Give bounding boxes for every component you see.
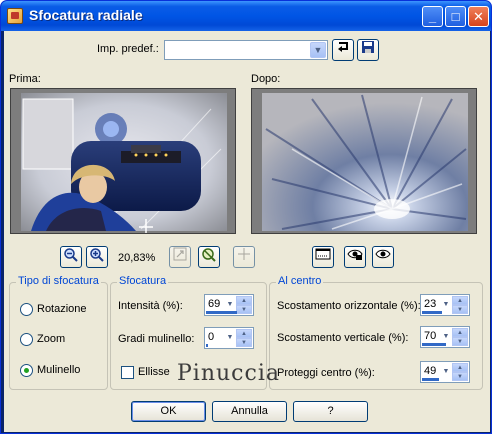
twirl-label: Gradi mulinello: [118,333,195,345]
twirl-slider-fill [206,344,208,347]
radio-mulinello[interactable] [20,364,33,377]
spin-down-icon[interactable]: ▼ [236,305,252,314]
close-button[interactable]: ✕ [468,6,489,27]
ellipse-checkbox[interactable] [121,366,134,379]
protect-center-slider-fill [422,378,439,381]
spin-down-icon[interactable]: ▼ [452,305,468,314]
horizontal-offset-spinner[interactable]: 23 ▼ ▲ ▼ [420,294,470,316]
center-group: Al centro Scostamento orizzontale (%): 2… [269,275,483,390]
fit-window-icon [173,247,187,261]
radio-rotazione-label[interactable]: Rotazione [37,303,87,315]
blur-group-title: Sfocatura [117,275,169,287]
spin-down-icon[interactable]: ▼ [236,338,252,347]
actual-size-button[interactable] [198,246,220,268]
spin-up-icon[interactable]: ▲ [452,363,468,372]
presets-label: Imp. predef.: [97,43,159,55]
vertical-offset-label: Scostamento verticale (%): [277,332,409,344]
eye-lock-icon [347,249,363,260]
spin-up-icon[interactable]: ▲ [236,329,252,338]
save-preset-button[interactable] [357,39,379,61]
floppy-icon [362,41,374,53]
radio-rotazione[interactable] [20,303,33,316]
intensity-slider-fill [206,311,237,314]
reset-preset-button[interactable] [332,39,354,61]
zoom-out-button[interactable] [60,246,82,268]
window-title: Sfocatura radiale [29,7,143,23]
intensity-label: Intensità (%): [118,300,183,312]
radio-zoom-label[interactable]: Zoom [37,333,65,345]
dropdown-arrow-icon[interactable]: ▼ [441,296,451,314]
after-image [252,89,476,233]
proof-button[interactable] [372,246,394,268]
after-preview [251,88,477,234]
dropdown-arrow-icon[interactable]: ▼ [441,363,451,381]
zoom-level: 20,83% [118,252,156,264]
preview-window-icon [315,248,331,260]
eye-icon [375,249,391,259]
proof-toggle-button[interactable] [312,246,334,268]
dialog-window: Sfocatura radiale _ □ ✕ Imp. predef.: ▼ … [0,0,492,434]
minimize-button[interactable]: _ [422,6,443,27]
presets-combo[interactable]: ▼ [164,40,328,60]
app-icon [7,8,23,24]
horizontal-offset-label: Scostamento orizzontale (%): [277,300,421,312]
radio-zoom[interactable] [20,333,33,346]
move-icon [238,248,250,260]
auto-proof-button[interactable] [344,246,366,268]
ok-button[interactable]: OK [131,401,206,422]
magnifier-reset-icon [202,248,216,262]
protect-center-label: Proteggi centro (%): [277,367,375,379]
blur-type-group: Tipo di sfocatura Rotazione Zoom Mulinel… [9,275,108,390]
fit-window-button[interactable] [169,246,191,268]
cancel-button[interactable]: Annulla [212,401,287,422]
vertical-offset-slider-fill [422,343,446,346]
spin-up-icon[interactable]: ▲ [452,328,468,337]
radio-mulinello-label[interactable]: Mulinello [37,364,80,376]
maximize-button[interactable]: □ [445,6,466,27]
ellipse-label[interactable]: Ellisse [138,366,170,378]
chevron-down-icon[interactable]: ▼ [310,42,326,58]
before-label: Prima: [9,73,41,85]
zoom-out-icon [64,248,78,262]
title-bar[interactable]: Sfocatura radiale _ □ ✕ [1,1,491,31]
horizontal-offset-slider-fill [422,311,442,314]
spin-down-icon[interactable]: ▼ [452,337,468,346]
reset-arrow-icon [338,42,348,52]
blur-type-title: Tipo di sfocatura [16,275,101,287]
watermark-text: Pinuccia [177,361,280,386]
before-image [11,89,235,233]
twirl-spinner[interactable]: 0 ▼ ▲ ▼ [204,327,254,349]
spin-up-icon[interactable]: ▲ [452,296,468,305]
pan-button[interactable] [233,246,255,268]
twirl-value[interactable]: 0 [208,331,214,343]
spin-down-icon[interactable]: ▼ [452,372,468,381]
dropdown-arrow-icon[interactable]: ▼ [225,329,235,347]
dialog-body: Imp. predef.: ▼ Prima: Dopo: 20,83% Tipo… [4,31,490,432]
intensity-spinner[interactable]: 69 ▼ ▲ ▼ [204,294,254,316]
zoom-in-button[interactable] [86,246,108,268]
before-preview[interactable] [10,88,236,234]
zoom-in-icon [90,248,104,262]
intensity-value[interactable]: 69 [208,298,220,310]
horizontal-offset-value[interactable]: 23 [424,298,436,310]
vertical-offset-value[interactable]: 70 [424,330,436,342]
protect-center-spinner[interactable]: 49 ▼ ▲ ▼ [420,361,470,383]
protect-center-value[interactable]: 49 [424,365,436,377]
vertical-offset-spinner[interactable]: 70 ▼ ▲ ▼ [420,326,470,348]
spin-up-icon[interactable]: ▲ [236,296,252,305]
help-button[interactable]: ? [293,401,368,422]
center-group-title: Al centro [276,275,324,287]
after-label: Dopo: [251,73,281,85]
